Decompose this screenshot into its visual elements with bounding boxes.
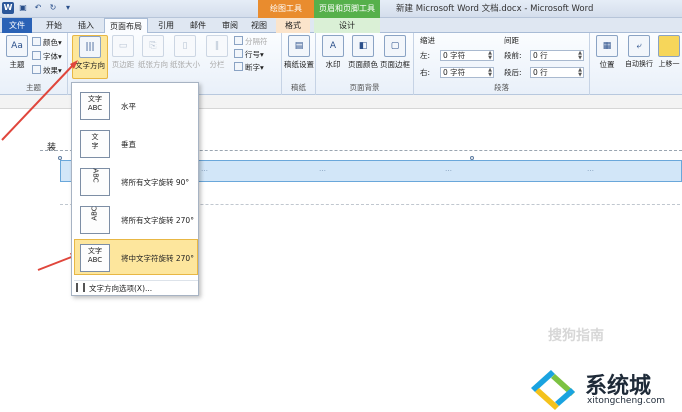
- rotate-chinese-270-icon: 文字 ABC: [80, 244, 110, 272]
- columns-button[interactable]: ‖ 分栏: [202, 35, 232, 79]
- text-direction-icon: |||: [79, 36, 101, 58]
- draft-paper-icon: ▤: [288, 35, 310, 57]
- tab-design[interactable]: 设计: [314, 18, 380, 33]
- columns-icon: ‖: [206, 35, 228, 57]
- menu-separator: [74, 280, 198, 281]
- spin-arrows-icon[interactable]: ▲ ▼: [578, 51, 582, 61]
- page-background-label: 页面背景: [349, 83, 380, 92]
- indent-right-label: 右:: [420, 68, 431, 77]
- colors-button[interactable]: 颜色▾: [32, 37, 62, 48]
- rotate-90-icon: ABC: [80, 168, 110, 196]
- menu-item-rotate-chinese-270[interactable]: 文字 ABC 将中文字符旋转 270°: [74, 239, 198, 275]
- quick-access-toolbar: W ▣ ↶ ↻ ▾: [2, 2, 74, 14]
- bring-forward-button[interactable]: 上移一: [656, 35, 682, 79]
- hyphenation-button[interactable]: 断字▾: [234, 62, 264, 73]
- redo-icon[interactable]: ↻: [47, 2, 59, 14]
- indent-left-input[interactable]: 0 字符 ▲ ▼: [440, 50, 494, 61]
- tab-file[interactable]: 文件: [2, 18, 32, 33]
- drawing-tools-context: 绘图工具: [258, 0, 314, 18]
- header-cell: …: [201, 165, 208, 173]
- wrap-text-button[interactable]: ⤶ 自动换行: [624, 35, 654, 79]
- paragraph-group-label: 段落: [494, 83, 509, 92]
- title-bar: W ▣ ↶ ↻ ▾ 绘图工具 页眉和页脚工具 新建 Microsoft Word…: [0, 0, 682, 18]
- spacing-before-input[interactable]: 0 行 ▲ ▼: [530, 50, 584, 61]
- indent-right-input[interactable]: 0 字符 ▲ ▼: [440, 67, 494, 78]
- hyphenation-icon: [234, 62, 243, 71]
- menu-item-rotate-270[interactable]: ABC 将所有文字旋转 270°: [74, 201, 198, 237]
- tab-view[interactable]: 视图: [246, 18, 272, 33]
- vertical-text-icon: 文字: [80, 130, 110, 158]
- margins-button[interactable]: ▭ 页边距: [108, 35, 138, 79]
- site-logo: 系统城 xitongcheng.com: [525, 362, 682, 412]
- breaks-icon: [234, 36, 243, 45]
- indent-title: 缩进: [420, 36, 435, 45]
- tab-references[interactable]: 引用: [152, 18, 180, 33]
- themes-icon: Aa: [6, 35, 28, 57]
- tab-insert[interactable]: 插入: [72, 18, 100, 33]
- page-borders-button[interactable]: ▢ 页面边框: [380, 35, 410, 79]
- header-cell: …: [587, 165, 594, 173]
- size-button[interactable]: ▯ 纸张大小: [170, 35, 200, 79]
- text-direction-options[interactable]: 文字方向选项(X)...: [76, 283, 152, 295]
- page-color-icon: ◧: [352, 35, 374, 57]
- window-title: 新建 Microsoft Word 文档.docx - Microsoft Wo…: [396, 4, 594, 14]
- colors-icon: [32, 37, 41, 46]
- margins-icon: ▭: [112, 35, 134, 57]
- arrow-to-text-direction: [1, 63, 75, 141]
- page-background-group: A 水印 ◧ 页面颜色 ▢ 页面边框 页面背景: [316, 33, 414, 95]
- menu-item-horizontal[interactable]: 文字 ABC 水平: [74, 87, 198, 123]
- spacing-after-input[interactable]: 0 行 ▲ ▼: [530, 67, 584, 78]
- spin-arrows-icon[interactable]: ▲ ▼: [488, 51, 492, 61]
- options-icon: [76, 283, 85, 292]
- arrow-to-rotate-option: [37, 255, 75, 271]
- spacing-before-label: 段前:: [504, 51, 522, 60]
- tab-format[interactable]: 格式: [276, 18, 310, 33]
- position-icon: ▦: [596, 35, 618, 57]
- bring-forward-icon: [658, 35, 680, 57]
- watermark-button[interactable]: A 水印: [318, 35, 348, 79]
- page-color-button[interactable]: ◧ 页面颜色: [348, 35, 378, 79]
- page-borders-icon: ▢: [384, 35, 406, 57]
- header-cell: …: [445, 165, 452, 173]
- orientation-button[interactable]: ⎘ 纸张方向: [138, 35, 168, 79]
- line-numbers-icon: [234, 49, 243, 58]
- indent-left-label: 左:: [420, 51, 431, 60]
- paragraph-group: 缩进 间距 左: 0 字符 ▲ ▼ 右: 0 字符 ▲ ▼ 段前: 0 行 ▲ ▼ 段后: …: [414, 33, 590, 95]
- position-button[interactable]: ▦ 位置: [592, 35, 622, 79]
- customize-qat-icon[interactable]: ▾: [62, 2, 74, 14]
- spacing-after-label: 段后:: [504, 68, 522, 77]
- tab-page-layout[interactable]: 页面布局: [104, 18, 148, 34]
- spin-arrows-icon[interactable]: ▲ ▼: [488, 68, 492, 78]
- spacing-title: 间距: [504, 36, 519, 45]
- word-app-icon[interactable]: W: [2, 2, 14, 14]
- watermark-text: 搜狗指南: [548, 328, 604, 344]
- arrange-group: ▦ 位置 ⤶ 自动换行 上移一: [590, 33, 682, 95]
- line-numbers-button[interactable]: 行号▾: [234, 49, 264, 60]
- save-icon[interactable]: ▣: [17, 2, 29, 14]
- logo-icon: [531, 370, 575, 410]
- text-direction-menu: 文字 ABC 水平 文字 垂直 ABC 将所有文字旋转 90° ABC 将所有文字…: [71, 82, 199, 296]
- menu-item-rotate-90[interactable]: ABC 将所有文字旋转 90°: [74, 163, 198, 199]
- draft-group-label: 稿纸: [291, 83, 306, 92]
- ribbon-tabs: 文件 开始 插入 页面布局 引用 邮件 审阅 视图 格式 设计: [0, 18, 682, 34]
- logo-url: xitongcheng.com: [587, 396, 665, 406]
- orientation-icon: ⎘: [142, 35, 164, 57]
- watermark-icon: A: [322, 35, 344, 57]
- header-footer-tools-context: 页眉和页脚工具: [314, 0, 380, 18]
- breaks-button[interactable]: 分隔符: [234, 36, 268, 47]
- spin-arrows-icon[interactable]: ▲ ▼: [578, 68, 582, 78]
- header-cell: …: [319, 165, 326, 173]
- menu-item-vertical[interactable]: 文字 垂直: [74, 125, 198, 161]
- wrap-text-icon: ⤶: [628, 35, 650, 57]
- fonts-icon: [32, 51, 41, 60]
- undo-icon[interactable]: ↶: [32, 2, 44, 14]
- draft-settings-button[interactable]: ▤ 稿纸设置: [284, 35, 314, 79]
- rotate-270-icon: ABC: [80, 206, 110, 234]
- tab-home[interactable]: 开始: [40, 18, 68, 33]
- tab-mailings[interactable]: 邮件: [184, 18, 212, 33]
- size-icon: ▯: [174, 35, 196, 57]
- draft-group: ▤ 稿纸设置 稿纸: [282, 33, 316, 95]
- horizontal-text-icon: 文字 ABC: [80, 92, 110, 120]
- tab-review[interactable]: 审阅: [216, 18, 244, 33]
